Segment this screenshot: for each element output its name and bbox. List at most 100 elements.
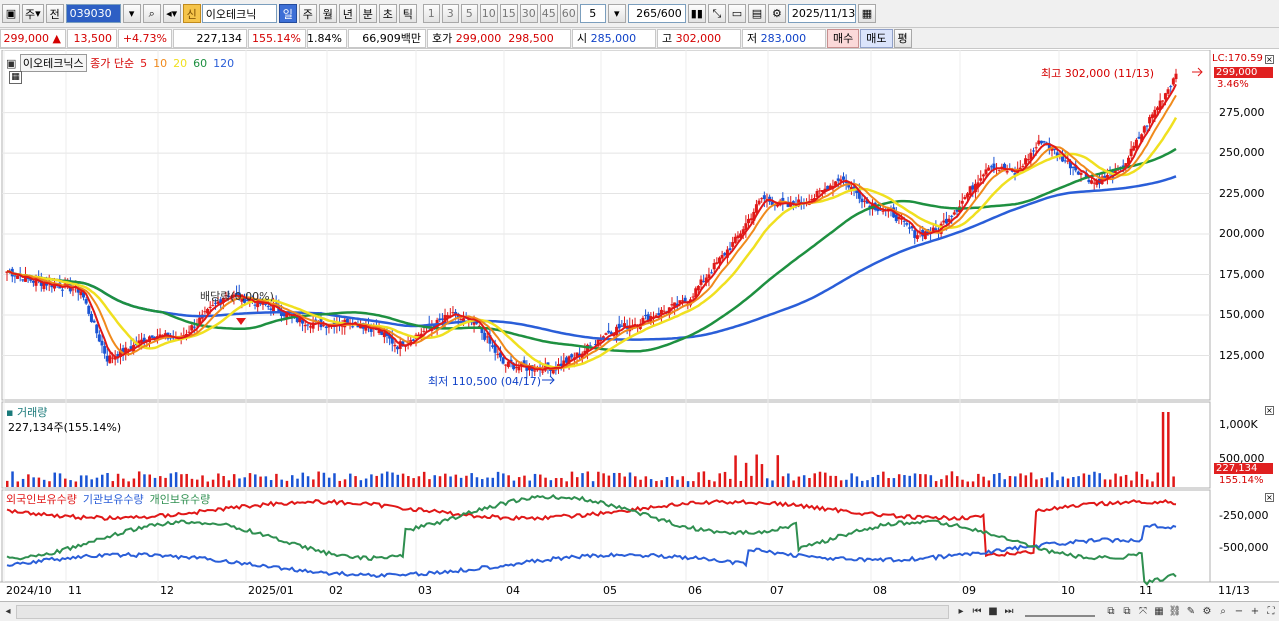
period-tab-6[interactable]: 틱 [398,4,417,23]
volume-bar [686,481,690,487]
candle-body [981,174,985,177]
layout-icon[interactable]: ▣ [2,4,20,23]
zoom-out-icon[interactable]: − [1232,604,1246,620]
candle-body [438,318,442,321]
pen-icon[interactable]: ✎ [1184,604,1198,620]
scroll-right-icon[interactable]: ▸ [954,604,968,620]
holding-close-icon[interactable]: × [1265,493,1274,502]
interval-button-4[interactable]: 15 [499,4,518,23]
volume-bar [349,473,352,487]
volume-bar [1167,412,1170,487]
type-select[interactable]: 주 ▾ [22,4,44,23]
volume-bar [739,480,743,487]
interval-button-1[interactable]: 3 [441,4,459,23]
count-field[interactable]: 265/600 [627,4,686,23]
first-page-icon[interactable]: ⏮ [970,604,984,620]
candle-body [517,366,521,371]
calendar-icon[interactable]: ▦ [857,4,876,23]
chart-canvas[interactable] [0,49,1279,601]
zoom-in-icon[interactable]: + [1248,604,1262,620]
last-page-icon[interactable]: ⏭ [1002,604,1016,620]
turnover-rate: 1.84% [307,28,347,48]
interval-input[interactable]: 5 [579,4,606,23]
volume-bar [713,481,716,487]
window-icon[interactable]: ▭ [727,4,746,23]
stop-icon[interactable]: ■ [986,604,1000,620]
volume-bar [1024,475,1028,487]
candle-icon[interactable]: ▮▮ [687,4,706,23]
volume-bar [824,472,827,487]
save-icon[interactable]: ▤ [747,4,766,23]
period-tab-0[interactable]: 일 [278,4,297,23]
candle-body [968,186,972,196]
volume-close-icon[interactable]: × [1265,406,1274,415]
copy-icon[interactable]: ⧉ [1104,604,1118,620]
fit-icon[interactable]: ⤧ [1136,604,1150,620]
interval-button-2[interactable]: 5 [460,4,478,23]
zoom-slider[interactable] [1025,607,1095,617]
candle-body [662,310,666,312]
candle-body [944,218,948,224]
gear-icon[interactable]: ⚙ [767,4,786,23]
volume-bar [122,478,125,487]
search-icon[interactable]: ⌕ [142,4,161,23]
volume-bar [290,475,294,487]
volume-bar [729,478,732,487]
volume-bar [1103,479,1107,487]
grid-toggle-icon[interactable]: ▦ [9,71,22,84]
volume-bar [327,477,331,487]
price-close-icon[interactable]: × [1265,55,1274,64]
date-input[interactable]: 2025/11/13 [787,4,856,23]
zoom-icon[interactable]: ⌕ [1216,604,1230,620]
stock-name-field[interactable]: 이오테크닉 [201,4,277,23]
scroll-bar[interactable]: ◂ ▸ ⏮ ■ ⏭ ⧉ ⧉ ⤧ ▦ ⛓ ✎ ⚙ ⌕ − + ⛶ [0,601,1279,621]
sound-icon[interactable]: ◂▾ [162,4,181,23]
volume-bar [697,472,700,487]
interval-button-3[interactable]: 10 [479,4,498,23]
x-axis-label: 04 [506,584,520,597]
candle-body [533,370,537,372]
sell-button[interactable]: 매도 [860,28,893,48]
chart-area[interactable]: ▣ 이오테크닉스 종가 단순 5 10 20 60 120 ▦ LC:170.59 29… [0,49,1279,601]
volume-bar [238,478,241,487]
last-price-badge: 299,000 [1214,67,1273,78]
fullscreen-icon[interactable]: ⛶ [1264,604,1278,620]
volume-bar [106,472,109,487]
price-type-select[interactable]: 전 [45,4,64,23]
compare-icon[interactable]: ⧉ [1120,604,1134,620]
eval-button[interactable]: 평 [893,28,912,48]
x-axis-label: 05 [603,584,617,597]
interval-button-7[interactable]: 60 [559,4,578,23]
price-tick: 250,000 [1219,146,1265,160]
candle-body [987,167,991,171]
period-tab-2[interactable]: 월 [318,4,337,23]
candle-body [818,190,822,192]
interval-button-5[interactable]: 30 [519,4,538,23]
volume-bar [64,478,67,487]
stock-name-tag[interactable]: 이오테크닉스 [19,54,87,72]
volume-bar [338,480,341,487]
volume-bar [612,472,616,487]
candle-body [1063,160,1067,162]
volume-bar [887,478,890,487]
code-input[interactable]: 039030 [65,4,121,23]
buy-button[interactable]: 매수 [827,28,860,48]
period-tab-1[interactable]: 주 [298,4,317,23]
volume-bar [1087,474,1091,487]
candle-body [1079,172,1083,175]
code-dropdown-icon[interactable]: ▾ [122,4,141,23]
interval-button-6[interactable]: 45 [539,4,558,23]
interval-dropdown-icon[interactable]: ▾ [607,4,626,23]
scroll-left-icon[interactable]: ◂ [1,604,15,620]
period-tab-4[interactable]: 분 [358,4,377,23]
volume-bar [90,479,93,487]
scroll-track[interactable] [16,604,949,619]
draw-icon[interactable]: ⤡ [707,4,726,23]
period-tab-3[interactable]: 년 [338,4,357,23]
interval-button-0[interactable]: 1 [422,4,440,23]
period-tab-5[interactable]: 초 [378,4,397,23]
price-legend: ▣ 이오테크닉스 종가 단순 5 10 20 60 120 [6,54,234,72]
link-icon[interactable]: ⛓ [1168,604,1182,620]
settings-icon[interactable]: ⚙ [1200,604,1214,620]
chart-type-icon[interactable]: ▦ [1152,604,1166,620]
